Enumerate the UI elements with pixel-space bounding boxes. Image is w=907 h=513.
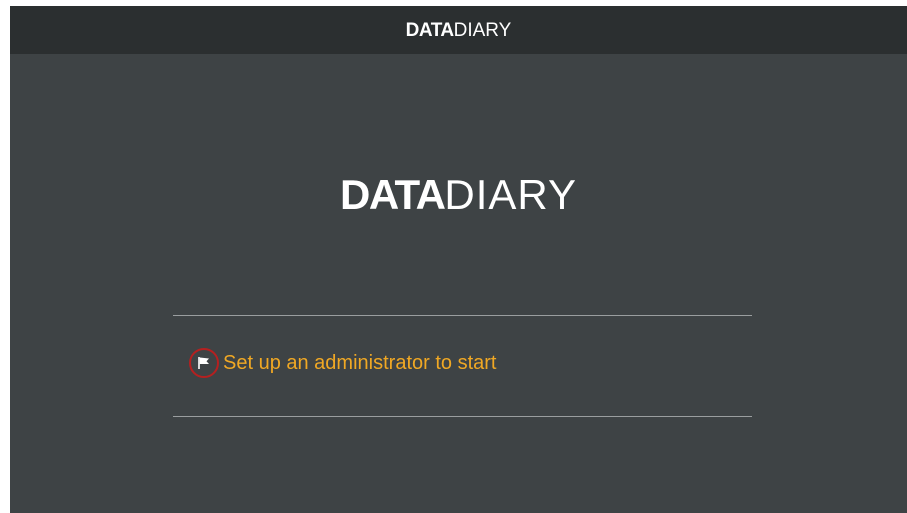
header-logo-light: DIARY <box>453 19 512 41</box>
app-window: DATADIARY DATADIARY Set up an administra… <box>10 6 907 513</box>
top-bar: DATADIARY <box>10 6 907 54</box>
hero-logo: DATADIARY <box>340 174 577 216</box>
setup-admin-label: Set up an administrator to start <box>223 352 497 374</box>
flag-icon <box>189 348 219 378</box>
header-logo: DATADIARY <box>406 21 512 40</box>
header-logo-bold: DATA <box>405 19 454 41</box>
setup-panel: Set up an administrator to start <box>173 315 752 417</box>
hero-section: DATADIARY <box>10 174 907 216</box>
hero-logo-bold: DATA <box>339 171 446 218</box>
hero-logo-light: DIARY <box>444 171 578 218</box>
setup-admin-link[interactable]: Set up an administrator to start <box>189 348 496 378</box>
